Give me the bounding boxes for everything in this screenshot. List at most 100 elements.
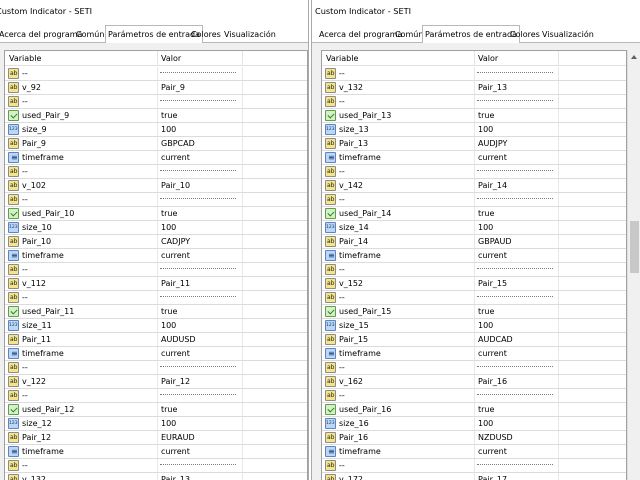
column-header-variable[interactable]: Variable — [326, 54, 358, 63]
parameter-row[interactable]: Pair_9 GBPCAD — [5, 137, 307, 151]
parameter-row[interactable]: v_172 Pair_17 — [322, 473, 626, 480]
parameter-row[interactable]: v_152 Pair_15 — [322, 277, 626, 291]
parameter-row[interactable]: used_Pair_13 true — [322, 109, 626, 123]
parameter-row[interactable]: timeframe current — [322, 445, 626, 459]
tab-comun[interactable]: Común — [393, 27, 425, 43]
column-header-valor[interactable]: Valor — [478, 54, 498, 63]
parameter-row[interactable]: timeframe current — [5, 151, 307, 165]
parameter-value[interactable]: 100 — [478, 125, 493, 134]
parameter-row[interactable]: -- — [5, 389, 307, 403]
parameter-row[interactable]: v_132 Pair_13 — [5, 473, 307, 480]
parameter-row[interactable]: timeframe current — [5, 347, 307, 361]
parameter-value[interactable]: true — [478, 307, 494, 316]
parameter-row[interactable]: timeframe current — [5, 445, 307, 459]
parameter-row[interactable]: timeframe current — [322, 347, 626, 361]
parameter-value[interactable]: current — [478, 447, 507, 456]
parameter-value[interactable]: AUDCAD — [478, 335, 513, 344]
parameter-value[interactable]: AUDJPY — [478, 139, 507, 148]
tab-visualizacion[interactable]: Visualización — [540, 27, 596, 43]
parameter-row[interactable]: v_102 Pair_10 — [5, 179, 307, 193]
parameter-value[interactable]: Pair_16 — [478, 377, 507, 386]
tab-acerca-del-programa[interactable]: Acerca del programa — [317, 27, 404, 43]
parameter-value[interactable]: true — [161, 307, 177, 316]
parameter-value[interactable]: GBPAUD — [478, 237, 512, 246]
parameter-value[interactable]: 100 — [161, 419, 176, 428]
parameter-row[interactable]: size_10 100 — [5, 221, 307, 235]
parameter-value[interactable]: current — [478, 251, 507, 260]
parameter-row[interactable]: size_15 100 — [322, 319, 626, 333]
column-header-valor[interactable]: Valor — [161, 54, 181, 63]
parameter-row[interactable]: Pair_13 AUDJPY — [322, 137, 626, 151]
tab-visualizacion[interactable]: Visualización — [222, 27, 278, 43]
parameter-value[interactable]: true — [478, 405, 494, 414]
parameter-row[interactable]: timeframe current — [5, 249, 307, 263]
parameter-row[interactable]: Pair_16 NZDUSD — [322, 431, 626, 445]
parameter-value[interactable]: current — [161, 153, 190, 162]
parameter-row[interactable]: size_16 100 — [322, 417, 626, 431]
parameter-value[interactable]: true — [161, 405, 177, 414]
parameter-row[interactable]: -- — [322, 291, 626, 305]
parameter-value[interactable]: current — [161, 251, 190, 260]
parameter-value[interactable]: Pair_17 — [478, 475, 507, 480]
parameter-value[interactable]: Pair_9 — [161, 83, 185, 92]
tab-acerca-del-programa[interactable]: Acerca del programa — [0, 27, 84, 43]
parameter-row[interactable]: used_Pair_14 true — [322, 207, 626, 221]
parameter-value[interactable]: Pair_10 — [161, 181, 190, 190]
parameter-row[interactable]: size_9 100 — [5, 123, 307, 137]
parameter-value[interactable]: Pair_14 — [478, 181, 507, 190]
parameter-row[interactable]: -- — [5, 291, 307, 305]
parameter-value[interactable]: Pair_12 — [161, 377, 190, 386]
parameter-row[interactable]: used_Pair_12 true — [5, 403, 307, 417]
tab-parametros-de-entrada[interactable]: Parámetros de entrada — [422, 25, 520, 44]
parameter-value[interactable]: 100 — [478, 223, 493, 232]
parameter-row[interactable]: -- — [5, 459, 307, 473]
column-divider[interactable] — [474, 51, 475, 66]
parameter-row[interactable]: v_122 Pair_12 — [5, 375, 307, 389]
parameter-row[interactable]: -- — [5, 361, 307, 375]
parameter-row[interactable]: Pair_11 AUDUSD — [5, 333, 307, 347]
scroll-up-arrow-icon[interactable] — [628, 50, 640, 64]
parameter-value[interactable]: true — [161, 209, 177, 218]
parameter-row[interactable]: used_Pair_11 true — [5, 305, 307, 319]
parameter-value[interactable]: AUDUSD — [161, 335, 196, 344]
parameter-row[interactable]: timeframe current — [322, 249, 626, 263]
parameter-row[interactable]: -- — [5, 165, 307, 179]
title-bar[interactable]: Custom Indicator - SETI — [312, 0, 640, 24]
parameter-value[interactable]: true — [478, 111, 494, 120]
vertical-scrollbar[interactable] — [627, 50, 640, 480]
parameter-row[interactable]: Pair_12 EURAUD — [5, 431, 307, 445]
parameter-row[interactable]: v_142 Pair_14 — [322, 179, 626, 193]
parameter-row[interactable]: -- — [322, 165, 626, 179]
parameter-value[interactable]: current — [478, 153, 507, 162]
tab-comun[interactable]: Común — [74, 27, 106, 43]
parameter-value[interactable]: CADJPY — [161, 237, 190, 246]
column-divider[interactable] — [242, 51, 243, 66]
parameter-row[interactable]: size_12 100 — [5, 417, 307, 431]
tab-colores[interactable]: Colores — [189, 27, 223, 43]
parameter-value[interactable]: EURAUD — [161, 433, 195, 442]
parameter-row[interactable]: timeframe current — [322, 151, 626, 165]
parameter-row[interactable]: used_Pair_9 true — [5, 109, 307, 123]
parameter-row[interactable]: -- — [322, 263, 626, 277]
parameter-row[interactable]: size_13 100 — [322, 123, 626, 137]
parameter-row[interactable]: -- — [322, 193, 626, 207]
parameter-row[interactable]: -- — [322, 67, 626, 81]
parameter-row[interactable]: -- — [5, 95, 307, 109]
parameter-row[interactable]: used_Pair_10 true — [5, 207, 307, 221]
parameter-value[interactable]: 100 — [478, 419, 493, 428]
parameter-value[interactable]: 100 — [161, 223, 176, 232]
scrollbar-thumb[interactable] — [630, 221, 639, 273]
parameter-value[interactable]: current — [161, 349, 190, 358]
parameter-value[interactable]: true — [478, 209, 494, 218]
parameter-row[interactable]: v_112 Pair_11 — [5, 277, 307, 291]
parameter-value[interactable]: NZDUSD — [478, 433, 513, 442]
tab-colores[interactable]: Colores — [508, 27, 542, 43]
parameter-row[interactable]: -- — [5, 193, 307, 207]
parameter-value[interactable]: current — [478, 349, 507, 358]
parameter-row[interactable]: -- — [322, 389, 626, 403]
parameter-value[interactable]: Pair_13 — [161, 475, 190, 480]
column-divider[interactable] — [558, 51, 559, 66]
parameter-row[interactable]: Pair_15 AUDCAD — [322, 333, 626, 347]
parameter-value[interactable]: 100 — [161, 125, 176, 134]
parameter-value[interactable]: current — [161, 447, 190, 456]
